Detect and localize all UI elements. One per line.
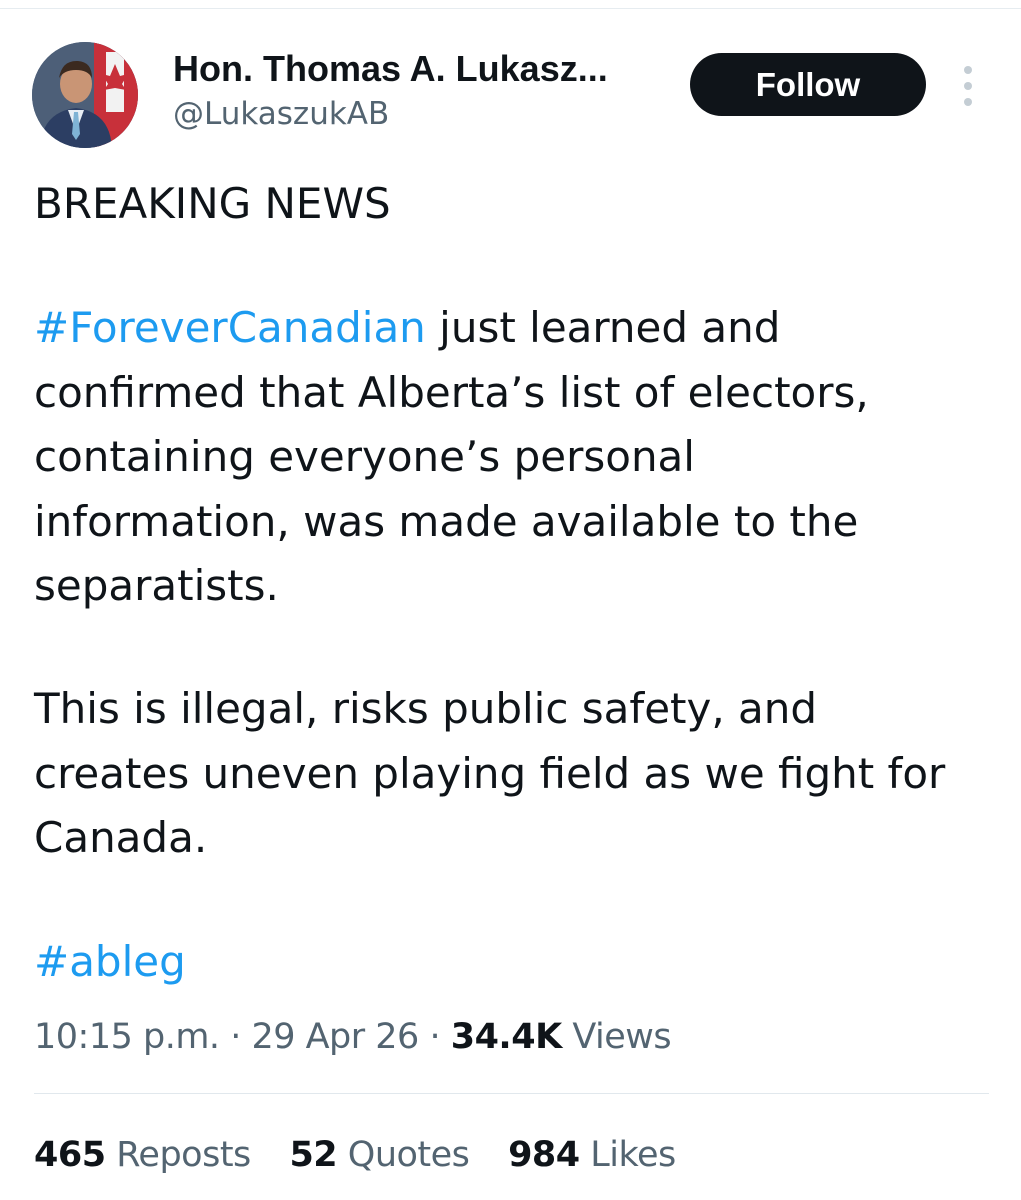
views-count: 34.4K [450, 1017, 562, 1057]
tweet-line: Canada. [34, 813, 208, 862]
tweet-footer-hashtags: #ableg [34, 930, 994, 995]
likes-label: Likes [579, 1135, 676, 1175]
author-display-name[interactable]: Hon. Thomas A. Lukasz... [173, 47, 608, 91]
tweet-line: information, was made available to the [34, 496, 859, 546]
likes-count: 984 [508, 1135, 580, 1175]
tweet-time[interactable]: 10:15 p.m. [34, 1017, 220, 1057]
author-handle[interactable]: @LukaszukAB [173, 94, 389, 134]
quotes-stat[interactable]: 52 Quotes [289, 1135, 469, 1175]
tweet-line: This is illegal, risks public safety, an… [34, 684, 818, 733]
tweet-line: #ForeverCanadian just learned and [34, 296, 994, 361]
reposts-count: 465 [34, 1135, 106, 1175]
follow-button[interactable]: Follow [690, 53, 926, 116]
meta-separator: · [418, 1017, 451, 1057]
avatar-photo-icon [32, 42, 138, 148]
avatar[interactable] [32, 42, 138, 148]
likes-stat[interactable]: 984 Likes [508, 1135, 676, 1175]
tweet-paragraph-2: This is illegal, risks public safety, an… [34, 677, 994, 871]
tweet-line: confirmed that Alberta’s list of elector… [34, 367, 869, 417]
reposts-label: Reposts [105, 1135, 251, 1175]
hashtag-link[interactable]: #ableg [34, 930, 994, 995]
views-label: Views [561, 1017, 672, 1057]
tweet-line-text: just learned and [425, 303, 781, 352]
more-dots-icon[interactable] [958, 66, 978, 106]
more-dot [964, 66, 972, 74]
hashtag-link[interactable]: #ForeverCanadian [34, 303, 426, 352]
tweet-date[interactable]: 29 Apr 26 [251, 1017, 419, 1057]
tweet-headline: BREAKING NEWS [34, 179, 391, 228]
engagement-stats: 465 Reposts 52 Quotes 984 Likes [34, 1132, 704, 1178]
more-dot [964, 82, 972, 90]
top-divider [0, 8, 1021, 9]
tweet-headline-block: BREAKING NEWS [34, 172, 994, 237]
tweet-line: containing everyone’s personal [34, 432, 695, 481]
tweet-meta: 10:15 p.m. · 29 Apr 26 · 34.4K Views [34, 1014, 672, 1060]
meta-separator: · [219, 1017, 252, 1057]
tweet-line: separatists. [34, 561, 279, 610]
stats-divider [34, 1093, 989, 1094]
more-dot [964, 98, 972, 106]
tweet-paragraph-1: #ForeverCanadian just learned and confir… [34, 296, 994, 619]
quotes-count: 52 [289, 1135, 338, 1175]
reposts-stat[interactable]: 465 Reposts [34, 1135, 251, 1175]
tweet-line: creates uneven playing field as we fight… [34, 748, 946, 798]
quotes-label: Quotes [337, 1135, 470, 1175]
